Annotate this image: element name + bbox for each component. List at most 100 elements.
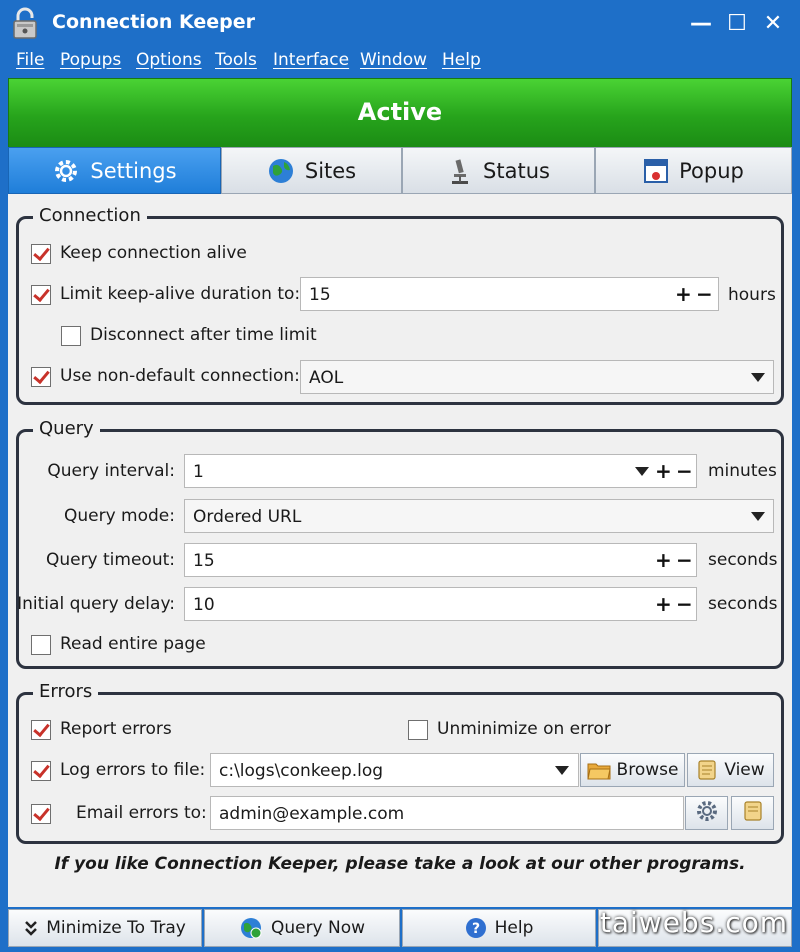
connection-select[interactable]: AOL <box>300 360 774 394</box>
query-mode-label: Query mode: <box>63 506 175 526</box>
query-timeout-decrement[interactable]: − <box>676 548 693 572</box>
initial-delay-decrement[interactable]: − <box>676 592 693 616</box>
minimize-window-button[interactable]: — <box>686 8 716 38</box>
non-default-checkbox[interactable] <box>31 367 51 387</box>
disconnect-after-checkbox[interactable] <box>61 326 81 346</box>
limit-duration-label: Limit keep-alive duration to: <box>60 284 301 304</box>
menu-options[interactable]: Options <box>136 50 202 70</box>
view-label: View <box>724 760 765 780</box>
limit-duration-decrement[interactable]: − <box>696 282 713 306</box>
popup-window-icon <box>643 157 669 185</box>
tab-sites[interactable]: Sites <box>221 147 402 194</box>
connection-group-title: Connection <box>33 205 147 226</box>
chevron-down-icon[interactable] <box>555 766 569 775</box>
unminimize-checkbox[interactable] <box>408 720 428 740</box>
padlock-icon <box>13 7 37 39</box>
chevron-down-icon[interactable] <box>635 467 649 476</box>
report-errors-checkbox[interactable] <box>31 720 51 740</box>
menu-interface[interactable]: Interface <box>273 50 349 70</box>
log-errors-checkbox[interactable] <box>31 761 51 781</box>
email-errors-label: Email errors to: <box>76 803 207 823</box>
tab-strip: Settings Sites Status Popup <box>8 147 792 194</box>
query-interval-increment[interactable]: + <box>655 459 672 483</box>
help-label: Help <box>494 918 534 938</box>
menu-help[interactable]: Help <box>442 50 481 70</box>
window-title: Connection Keeper <box>52 11 256 33</box>
query-mode-select[interactable]: Ordered URL <box>184 499 774 533</box>
tab-settings[interactable]: Settings <box>8 147 221 194</box>
title-bar[interactable]: Connection Keeper — ☐ ✕ <box>0 0 800 46</box>
query-timeout-increment[interactable]: + <box>655 548 672 572</box>
limit-duration-value: 15 <box>309 285 331 305</box>
disconnect-after-label: Disconnect after time limit <box>90 325 317 345</box>
initial-delay-input[interactable]: 10 + − <box>184 587 697 621</box>
microscope-icon <box>447 157 473 185</box>
initial-delay-label: Initial query delay: <box>17 594 175 614</box>
watermark: taiwebs.com <box>599 906 788 939</box>
promo-text: If you like Connection Keeper, please ta… <box>54 854 746 874</box>
log-file-input[interactable]: c:\logs\conkeep.log <box>210 753 579 787</box>
browse-button[interactable]: Browse <box>580 753 685 787</box>
help-icon: ? <box>465 917 487 939</box>
tab-status[interactable]: Status <box>402 147 595 194</box>
status-label: Active <box>357 98 443 126</box>
chevron-down-icon[interactable] <box>751 512 765 521</box>
globe-icon <box>267 157 295 185</box>
menu-window[interactable]: Window <box>360 50 427 70</box>
query-interval-label: Query interval: <box>47 461 175 481</box>
connection-select-value: AOL <box>309 368 344 388</box>
unminimize-label: Unminimize on error <box>437 719 611 739</box>
email-errors-checkbox[interactable] <box>31 804 51 824</box>
query-now-button[interactable]: Query Now <box>204 909 400 947</box>
log-file-value: c:\logs\conkeep.log <box>219 761 384 781</box>
initial-delay-increment[interactable]: + <box>655 592 672 616</box>
tab-status-label: Status <box>483 158 550 183</box>
email-input[interactable]: admin@example.com <box>210 796 684 830</box>
tab-popup[interactable]: Popup <box>595 147 792 194</box>
query-timeout-input[interactable]: 15 + − <box>184 543 697 577</box>
query-mode-value: Ordered URL <box>193 507 302 527</box>
gear-icon <box>695 799 719 828</box>
query-timeout-label: Query timeout: <box>45 550 175 570</box>
errors-group: Errors Report errors Unminimize on error… <box>16 681 784 844</box>
tab-sites-label: Sites <box>304 158 357 183</box>
close-window-button[interactable]: ✕ <box>758 8 788 38</box>
chevron-down-icon[interactable] <box>751 373 765 382</box>
log-errors-label: Log errors to file: <box>60 760 206 780</box>
query-timeout-unit: seconds <box>708 550 778 570</box>
menu-popups[interactable]: Popups <box>60 50 121 70</box>
email-view-button[interactable] <box>731 796 774 830</box>
menu-bar: File Popups Options Tools Interface Wind… <box>0 46 800 76</box>
browse-label: Browse <box>616 760 679 780</box>
initial-delay-unit: seconds <box>708 594 778 614</box>
errors-group-title: Errors <box>33 681 99 702</box>
limit-duration-input[interactable]: 15 + − <box>300 277 719 311</box>
query-interval-decrement[interactable]: − <box>676 459 693 483</box>
query-group: Query Query interval: 1 + − minutes Quer… <box>16 418 784 669</box>
email-settings-button[interactable] <box>685 796 728 830</box>
maximize-window-button[interactable]: ☐ <box>722 8 752 38</box>
limit-duration-checkbox[interactable] <box>31 285 51 305</box>
tab-popup-label: Popup <box>679 158 744 183</box>
help-button[interactable]: ? Help <box>402 909 596 947</box>
view-button[interactable]: View <box>687 753 774 787</box>
limit-duration-unit: hours <box>728 285 776 305</box>
settings-panel: Connection Keep connection alive Limit k… <box>8 194 792 907</box>
query-interval-unit: minutes <box>708 461 777 481</box>
keep-alive-checkbox[interactable] <box>31 244 51 264</box>
connection-group: Connection Keep connection alive Limit k… <box>16 205 784 405</box>
read-entire-checkbox[interactable] <box>31 635 51 655</box>
menu-tools[interactable]: Tools <box>215 50 257 70</box>
tab-settings-label: Settings <box>90 158 177 183</box>
query-group-title: Query <box>33 418 100 439</box>
menu-file[interactable]: File <box>16 50 44 70</box>
query-now-label: Query Now <box>270 918 366 938</box>
query-interval-input[interactable]: 1 + − <box>184 454 697 488</box>
app-window: Connection Keeper — ☐ ✕ File Popups Opti… <box>0 0 800 952</box>
limit-duration-increment[interactable]: + <box>675 282 692 306</box>
report-errors-label: Report errors <box>60 719 172 739</box>
non-default-label: Use non-default connection: <box>60 366 300 386</box>
minimize-to-tray-button[interactable]: Minimize To Tray <box>8 909 202 947</box>
double-chevron-down-icon <box>24 920 38 936</box>
svg-text:?: ? <box>472 921 480 937</box>
